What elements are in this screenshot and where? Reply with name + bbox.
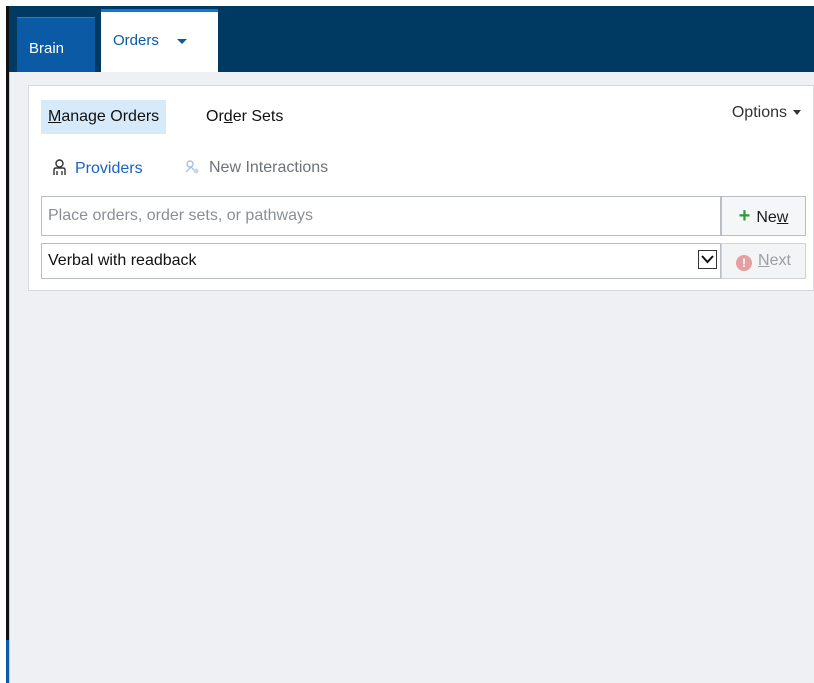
chevron-down-icon[interactable] — [698, 250, 717, 269]
new-order-button[interactable]: + New — [721, 196, 806, 236]
new-interactions-label: New Interactions — [209, 159, 329, 176]
interactions-icon — [185, 160, 199, 174]
tab-brain[interactable]: Brain — [17, 17, 95, 72]
providers-label: Providers — [75, 160, 143, 177]
tab-brain-label: Brain — [29, 40, 65, 57]
plus-icon: + — [738, 205, 751, 227]
manage-orders-accesskey: M — [48, 108, 62, 125]
order-sets-accesskey: d — [223, 108, 233, 125]
new-interactions-link[interactable]: New Interactions — [184, 159, 328, 177]
caret-down-icon — [793, 110, 801, 116]
order-mode-value: Verbal with readback — [48, 252, 197, 269]
order-search-input[interactable] — [41, 196, 721, 236]
order-sets-label-pre: Or — [206, 108, 224, 125]
warning-circle-icon: ! — [736, 255, 753, 271]
tab-orders[interactable]: Orders — [101, 9, 218, 72]
manage-orders-button[interactable]: Manage Orders — [41, 100, 167, 134]
new-accesskey: w — [776, 209, 789, 226]
order-entry-panel: Manage Orders Order Sets Options Provide… — [28, 85, 814, 291]
next-accesskey: N — [758, 252, 770, 269]
order-sets-label-post: er Sets — [232, 108, 284, 125]
person-icon — [53, 159, 66, 175]
next-label-post: ext — [769, 252, 791, 269]
manage-orders-label-post: anage Orders — [61, 108, 160, 125]
order-sets-button[interactable]: Order Sets — [206, 100, 283, 134]
new-label-pre: Ne — [756, 209, 777, 226]
caret-down-icon[interactable] — [177, 38, 188, 44]
options-label: Options — [731, 104, 787, 121]
providers-link[interactable]: Providers — [53, 159, 143, 178]
next-button[interactable]: ! Next — [721, 243, 806, 279]
tab-orders-label: Orders — [113, 32, 159, 49]
options-menu-button[interactable]: Options — [732, 104, 801, 122]
order-mode-select[interactable]: Verbal with readback — [41, 243, 721, 279]
